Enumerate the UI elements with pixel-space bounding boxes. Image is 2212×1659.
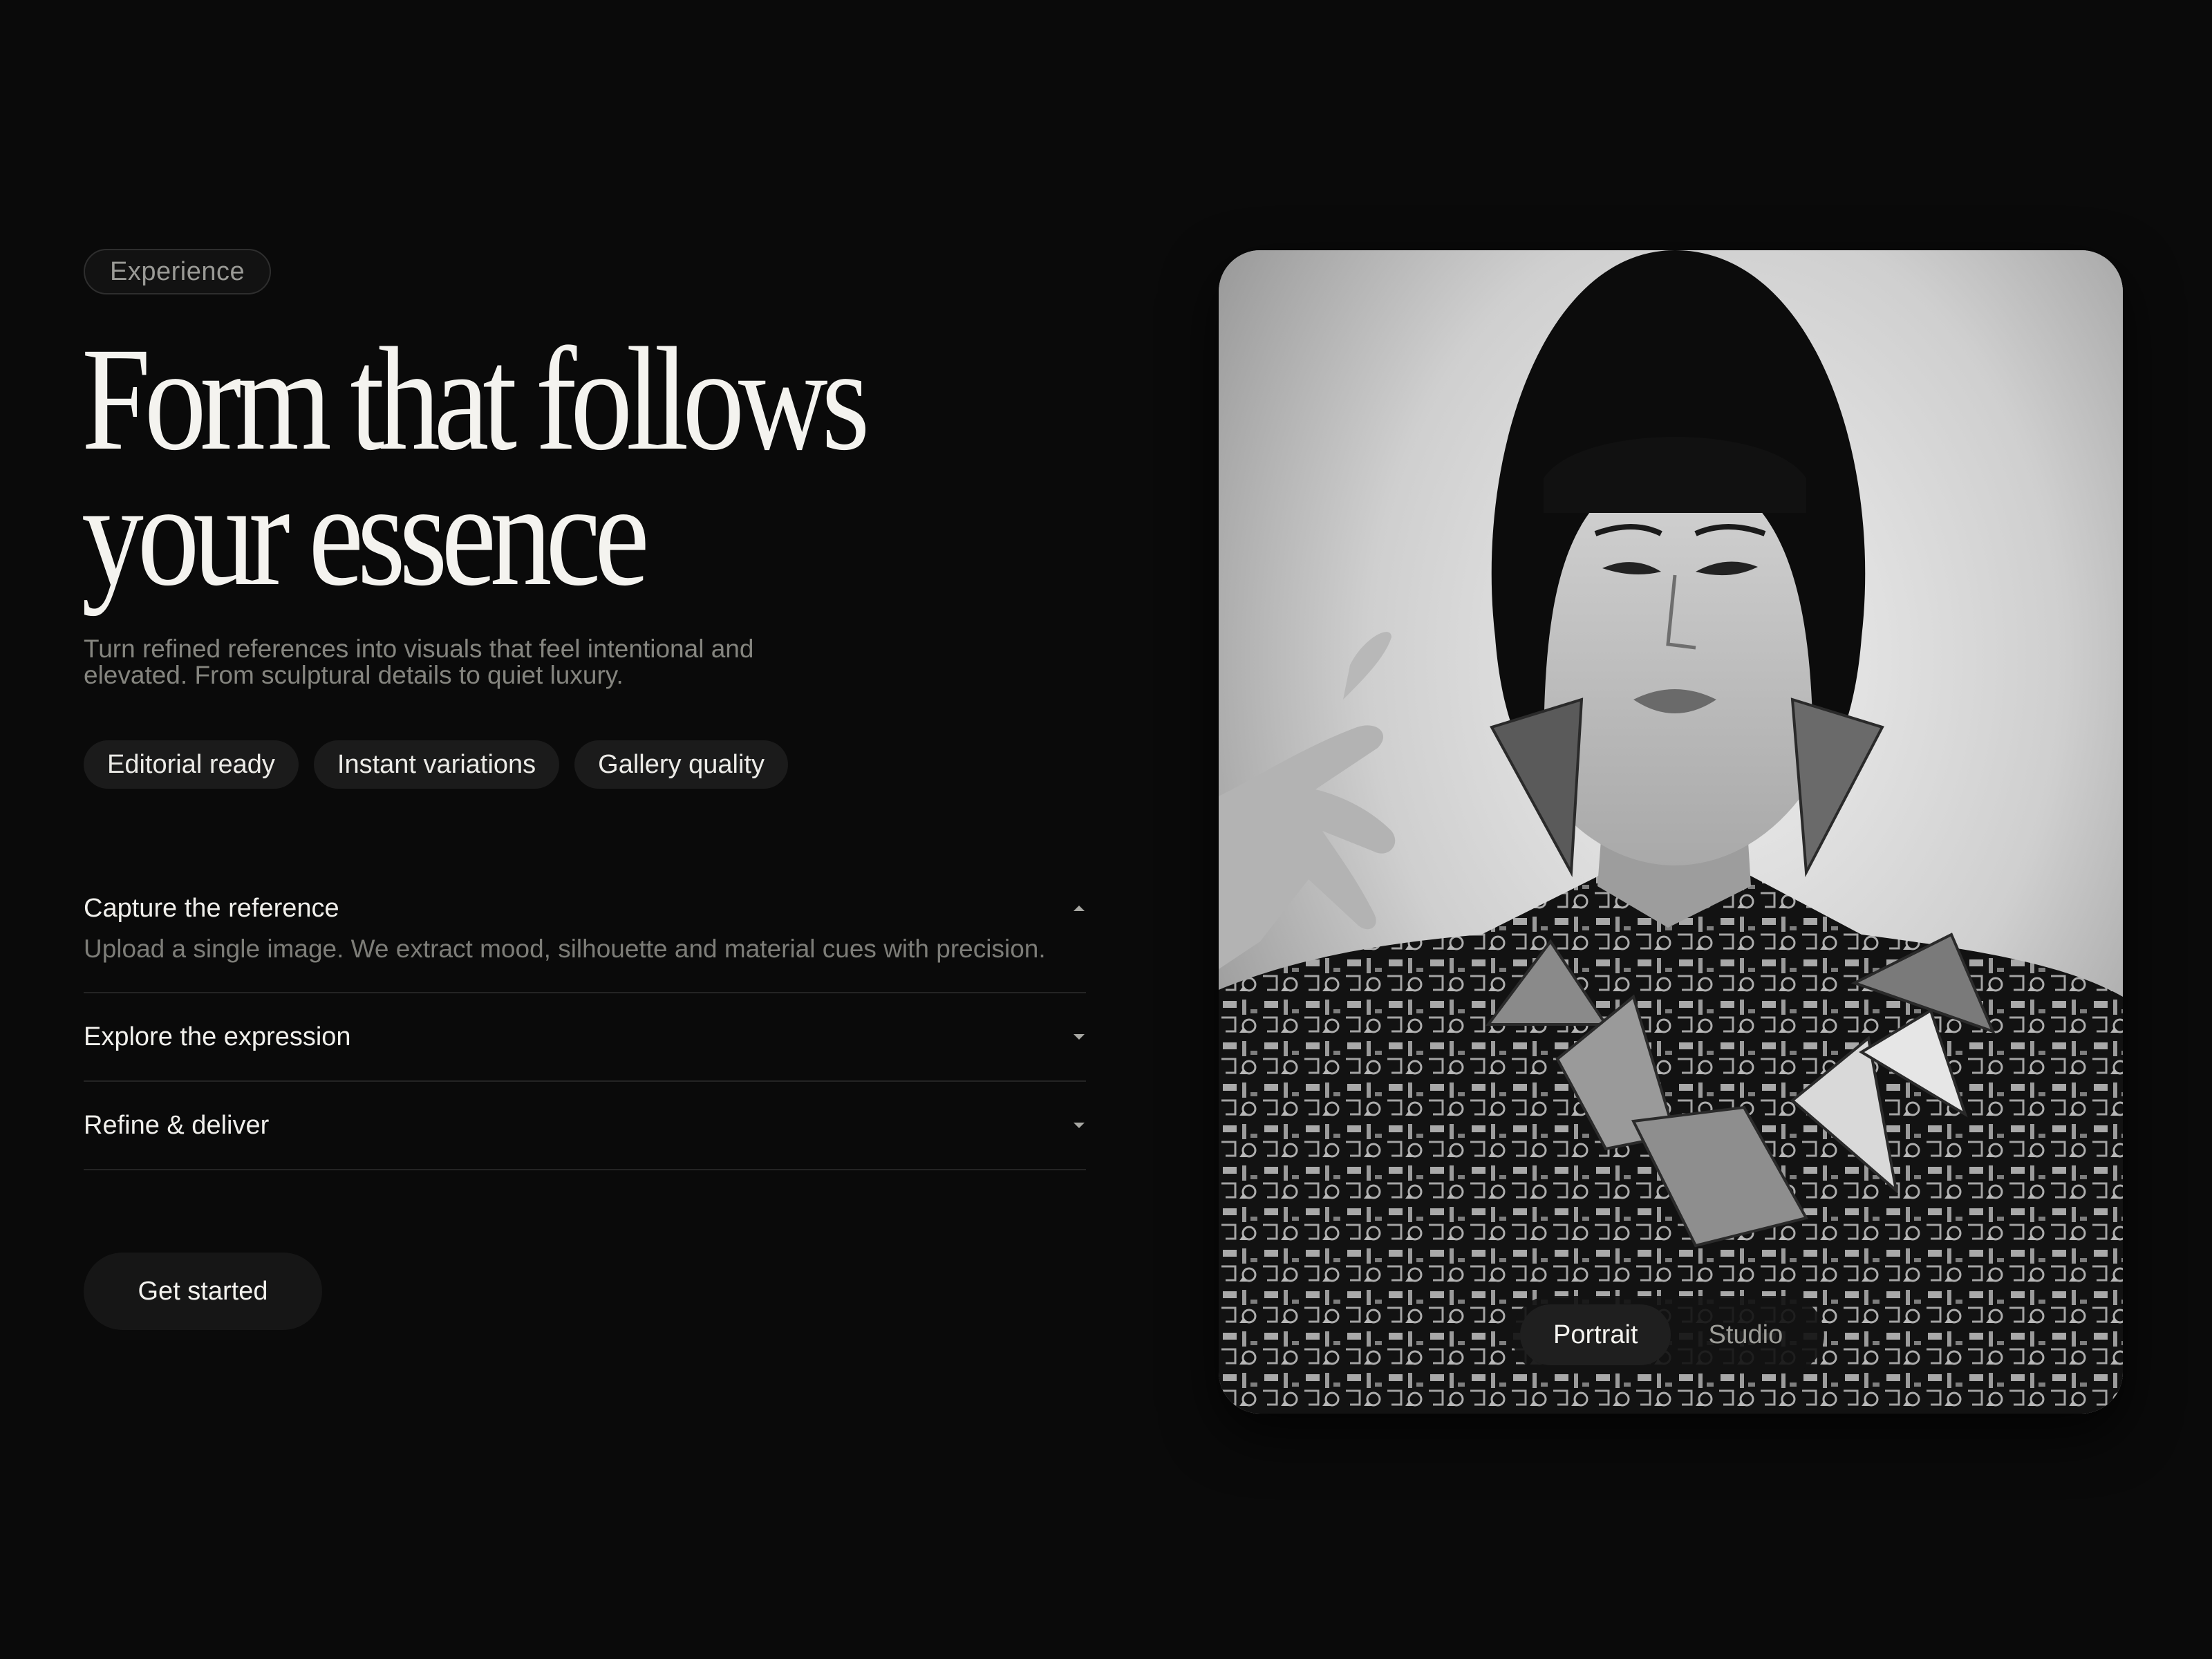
- preview-image-card: [1219, 250, 2123, 1414]
- accordion-header-explore[interactable]: Explore the expression: [84, 993, 1086, 1080]
- chevron-down-icon: [1074, 1123, 1085, 1128]
- landing-page: Experience Form that follows your essenc…: [0, 0, 2212, 1659]
- get-started-button[interactable]: Get started: [84, 1253, 322, 1330]
- chip-instant-variations[interactable]: Instant variations: [313, 740, 560, 789]
- mode-portrait-button[interactable]: Portrait: [1520, 1304, 1671, 1365]
- chip-gallery-quality[interactable]: Gallery quality: [574, 740, 788, 789]
- headline-line-1: Form that follows: [82, 317, 870, 481]
- mode-studio-button[interactable]: Studio: [1675, 1304, 1816, 1365]
- view-mode-toggle: Portrait Studio: [1512, 1296, 1825, 1374]
- accordion-header-refine[interactable]: Refine & deliver: [84, 1082, 1086, 1169]
- hero-headline: Form that follows your essence: [82, 317, 870, 617]
- portrait-illustration: [1219, 250, 2123, 1414]
- chevron-down-icon: [1074, 1034, 1085, 1040]
- headline-line-2: your essence: [82, 453, 650, 617]
- accordion-item-refine: Refine & deliver: [84, 1082, 1086, 1170]
- feature-chips: Editorial ready Instant variations Galle…: [84, 740, 788, 789]
- accordion-title: Capture the reference: [84, 893, 339, 923]
- eyebrow-badge: Experience: [84, 249, 272, 294]
- steps-accordion: Capture the reference Upload a single im…: [84, 874, 1086, 1170]
- accordion-title: Explore the expression: [84, 1022, 351, 1051]
- accordion-body-capture: Upload a single image. We extract mood, …: [84, 935, 1046, 963]
- accordion-item-capture: Capture the reference Upload a single im…: [84, 874, 1086, 993]
- chip-editorial-ready[interactable]: Editorial ready: [84, 740, 299, 789]
- hero-subcopy: Turn refined references into visuals tha…: [84, 635, 754, 689]
- chevron-up-icon: [1074, 906, 1085, 911]
- accordion-title: Refine & deliver: [84, 1110, 270, 1140]
- accordion-item-explore: Explore the expression: [84, 993, 1086, 1082]
